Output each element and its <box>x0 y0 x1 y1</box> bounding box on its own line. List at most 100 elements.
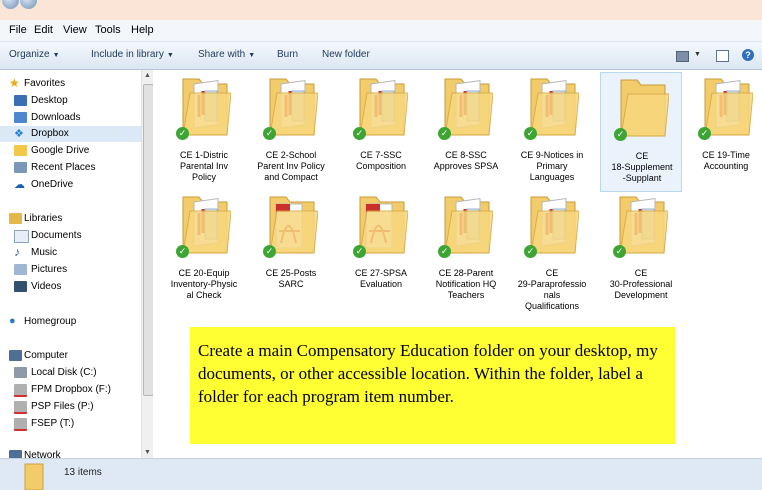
menu-edit[interactable]: Edit <box>34 24 53 36</box>
nav-onedrive[interactable]: ☁ OneDrive <box>0 177 142 193</box>
network-drive-disconnected-icon <box>14 418 27 431</box>
folder-item[interactable]: ✓ CE 7-SSC Composition <box>340 72 422 192</box>
network-icon <box>9 450 22 458</box>
include-in-library-button[interactable]: Include in library ▼ <box>91 49 174 60</box>
nav-label: Videos <box>31 281 62 292</box>
new-folder-button[interactable]: New folder <box>322 49 370 60</box>
nav-network[interactable]: Network <box>0 448 142 458</box>
menu-bar: File Edit View Tools Help <box>0 20 762 42</box>
nav-drive-t[interactable]: FSEP (T:) <box>0 416 142 432</box>
status-bar: 13 items <box>0 458 762 490</box>
nav-documents[interactable]: Documents <box>0 228 142 244</box>
folder-name: CE 19-Time Accounting <box>702 150 750 171</box>
synced-check-icon: ✓ <box>613 245 626 258</box>
folder-item[interactable]: ✓ CE 20-Equip Inventory-Physic al Check <box>163 190 245 310</box>
nav-libraries[interactable]: Libraries <box>0 211 142 227</box>
google-drive-icon <box>14 145 27 156</box>
folder-item[interactable]: ✓ CE 30-Professional Development <box>600 190 682 310</box>
computer-icon <box>9 350 22 361</box>
nav-drive-c[interactable]: Local Disk (C:) <box>0 365 142 381</box>
help-icon[interactable]: ? <box>742 49 754 61</box>
synced-check-icon: ✓ <box>614 128 627 141</box>
menu-tools[interactable]: Tools <box>95 24 121 36</box>
command-bar: Organize ▼ Include in library ▼ Share with… <box>0 42 762 70</box>
nav-music[interactable]: ♪ Music <box>0 245 142 261</box>
menu-view[interactable]: View <box>63 24 87 36</box>
dropdown-arrow-icon: ▼ <box>52 52 60 59</box>
nav-label: FSEP (T:) <box>31 418 75 429</box>
local-disk-icon <box>14 367 27 378</box>
dropdown-arrow-icon: ▼ <box>248 52 256 59</box>
nav-label: Documents <box>31 230 82 241</box>
scroll-down-icon[interactable]: ▼ <box>144 449 151 456</box>
folder-name: CE 29-Paraprofessio nals Qualifications <box>517 268 587 311</box>
nav-label: Local Disk (C:) <box>31 367 97 378</box>
synced-check-icon: ✓ <box>176 245 189 258</box>
synced-check-icon: ✓ <box>698 127 711 140</box>
nav-label: Homegroup <box>24 316 77 327</box>
menu-file[interactable]: File <box>9 24 27 36</box>
folder-item[interactable]: ✓ CE 19-Time Accounting <box>685 72 762 192</box>
view-options-icon[interactable] <box>676 51 689 62</box>
scroll-up-icon[interactable]: ▲ <box>144 72 151 79</box>
title-bar <box>0 0 762 20</box>
view-dropdown-icon[interactable]: ▼ <box>694 51 701 58</box>
menu-help[interactable]: Help <box>131 24 154 36</box>
nav-recent-places[interactable]: Recent Places <box>0 160 142 176</box>
nav-favorites[interactable]: ★ Favorites <box>0 76 142 92</box>
libraries-icon <box>9 213 22 224</box>
burn-button[interactable]: Burn <box>277 49 298 60</box>
folder-item[interactable]: ✓ CE 2-School Parent Inv Policy and Compa… <box>250 72 332 192</box>
nav-desktop[interactable]: Desktop <box>0 93 142 109</box>
nav-google-drive[interactable]: Google Drive <box>0 143 142 159</box>
nav-label: Desktop <box>31 95 68 106</box>
folder-name: CE 28-Parent Notification HQ Teachers <box>435 268 497 300</box>
nav-downloads[interactable]: Downloads <box>0 110 142 126</box>
folder-item[interactable]: ✓ CE 28-Parent Notification HQ Teachers <box>425 190 507 310</box>
folder-item[interactable]: ✓ CE 9-Notices in Primary Languages <box>511 72 593 192</box>
folder-name: CE 27-SPSA Evaluation <box>354 268 408 289</box>
nav-label: Libraries <box>24 213 63 224</box>
desktop-icon <box>14 95 27 106</box>
nav-label: Pictures <box>31 264 68 275</box>
folder-name: CE 2-School Parent Inv Policy and Compac… <box>257 150 325 182</box>
synced-check-icon: ✓ <box>353 127 366 140</box>
synced-check-icon: ✓ <box>263 245 276 258</box>
folder-name: CE 1-Distric Parental Inv Policy <box>179 150 229 182</box>
nav-label: Dropbox <box>31 128 69 139</box>
nav-pictures[interactable]: Pictures <box>0 262 142 278</box>
include-label: Include in library <box>91 49 164 60</box>
folder-name: CE 20-Equip Inventory-Physic al Check <box>170 268 238 300</box>
nav-computer[interactable]: Computer <box>0 348 142 364</box>
nav-label: FPM Dropbox (F:) <box>31 384 112 395</box>
folder-item[interactable]: ✓ CE 27-SPSA Evaluation <box>340 190 422 310</box>
folder-name: CE 9-Notices in Primary Languages <box>520 150 584 182</box>
dropdown-arrow-icon: ▼ <box>166 52 174 59</box>
nav-drive-p[interactable]: PSP Files (P:) <box>0 399 142 415</box>
folder-item[interactable]: ✓ CE 1-Distric Parental Inv Policy <box>163 72 245 192</box>
nav-videos[interactable]: Videos <box>0 279 142 295</box>
instruction-callout: Create a main Compensatory Education fol… <box>190 327 675 444</box>
nav-label: Music <box>31 247 58 258</box>
nav-dropbox[interactable]: ❖ Dropbox <box>0 126 142 142</box>
synced-check-icon: ✓ <box>263 127 276 140</box>
nav-label: Computer <box>24 350 68 361</box>
folder-item[interactable]: ✓ CE 25-Posts SARC <box>250 190 332 310</box>
share-with-button[interactable]: Share with ▼ <box>198 49 255 60</box>
navigation-scrollbar[interactable]: ▲ ▼ <box>141 70 154 458</box>
back-button[interactable] <box>2 0 19 9</box>
videos-icon <box>14 281 27 292</box>
preview-pane-icon[interactable] <box>716 50 729 62</box>
synced-check-icon: ✓ <box>438 245 451 258</box>
folder-item[interactable]: ✓ CE 18-Supplement -Supplant <box>600 72 682 192</box>
folder-item[interactable]: ✓ CE 29-Paraprofessio nals Qualifications <box>511 190 593 311</box>
synced-check-icon: ✓ <box>353 245 366 258</box>
forward-button[interactable] <box>20 0 37 9</box>
organize-button[interactable]: Organize ▼ <box>9 49 60 60</box>
synced-check-icon: ✓ <box>524 245 537 258</box>
nav-label: Downloads <box>31 112 81 123</box>
cloud-icon: ☁ <box>14 179 25 191</box>
nav-homegroup[interactable]: ● Homegroup <box>0 314 142 330</box>
nav-drive-f[interactable]: FPM Dropbox (F:) <box>0 382 142 398</box>
folder-item[interactable]: ✓ CE 8-SSC Approves SPSA <box>425 72 507 192</box>
